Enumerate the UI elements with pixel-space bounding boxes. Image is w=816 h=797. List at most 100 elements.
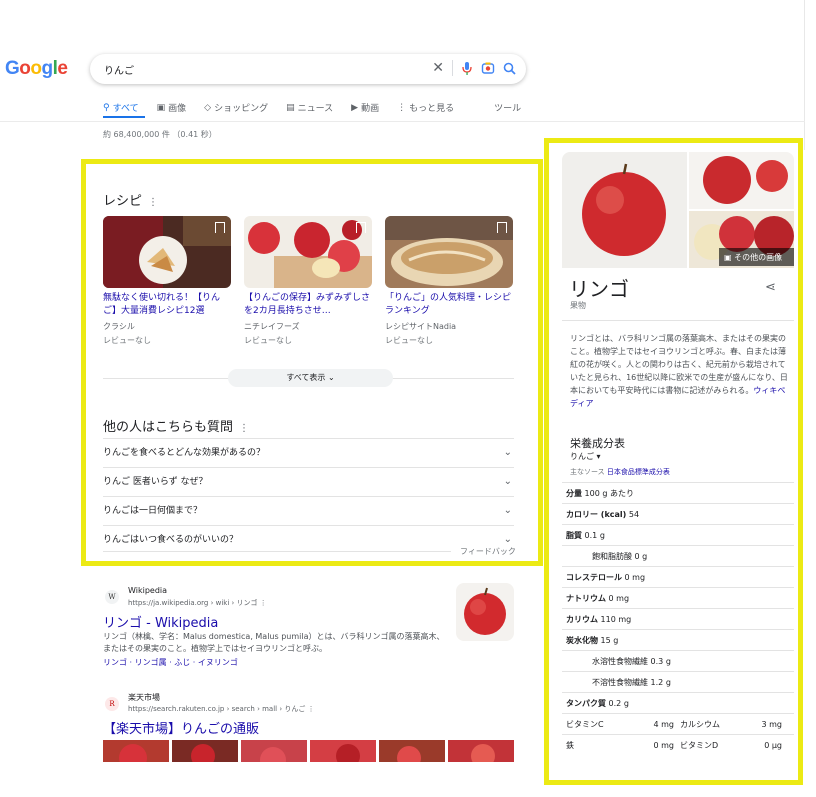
recipe-title[interactable]: 「りんご」の人気料理・レシピランキング [385, 292, 515, 318]
result-snippet: リンゴ（林檎、学名：Malus domestica, Malus pumila）… [103, 632, 445, 653]
nutrition-row: ビタミンC 4 mg カルシウム 3 mg [562, 713, 794, 734]
microphone-icon[interactable] [461, 61, 473, 75]
search-input[interactable]: りんご [104, 62, 134, 77]
google-logo[interactable]: Google [5, 58, 68, 80]
more-options-icon[interactable]: ⋮ [148, 197, 158, 208]
feedback-link[interactable]: フィードバック [460, 546, 516, 557]
wikipedia-favicon: W [105, 590, 119, 604]
tab-videos[interactable]: ▶ 動画 [351, 101, 379, 115]
result-url[interactable]: https://search.rakuten.co.jp › search › … [128, 704, 315, 714]
result-url[interactable]: https://ja.wikipedia.org › wiki › リンゴ ⋮ [128, 598, 267, 608]
chevron-down-icon: ⌄ [503, 476, 512, 487]
recipe-title[interactable]: 無駄なく使い切れる！【りんご】大量消費レシピ12選 [103, 292, 233, 318]
share-icon[interactable]: ⋖ [765, 280, 776, 295]
nutrition-row: カリウム 110 mg [562, 608, 794, 629]
divider [103, 551, 451, 552]
recipe-title[interactable]: 【りんごの保存】みずみずしさを2カ月長持ちさせ… [244, 292, 374, 318]
logo-letter: o [30, 58, 42, 79]
paa-question[interactable]: りんごは一日何個まで？ ⌄ [103, 496, 514, 525]
more-options-icon[interactable]: ⋮ [239, 423, 249, 434]
paa-question[interactable]: りんごを食べるとどんな効果があるの？ ⌄ [103, 438, 514, 467]
nutrition-row: コレステロール 0 mg [562, 566, 794, 587]
tab-shopping[interactable]: ◇ ショッピング [204, 101, 268, 115]
search-tabs: ⚲ すべて ▣ 画像 ◇ ショッピング ▤ ニュース ▶ 動画 ⋮ もっと見る ツール [103, 101, 521, 115]
more-images-link[interactable]: ▣ その他の画像 [724, 252, 782, 263]
section-title: 他の人はこちらも質問 [103, 420, 234, 435]
logo-letter: G [5, 58, 20, 79]
clear-icon[interactable]: ✕ [432, 60, 444, 76]
recipe-card[interactable]: 「りんご」の人気料理・レシピランキング レシピサイトNadia レビューなし [385, 216, 515, 346]
kp-subtitle: 果物 [570, 301, 586, 310]
result-title[interactable]: リンゴ - Wikipedia [103, 612, 218, 631]
bookmark-icon[interactable] [356, 222, 366, 233]
recipe-card[interactable]: 無駄なく使い切れる！【りんご】大量消費レシピ12選 クラシル レビューなし [103, 216, 233, 346]
bookmark-icon[interactable] [215, 222, 225, 233]
nutrition-row: ナトリウム 0 mg [562, 587, 794, 608]
nutrition-row: 脂質 0.1 g [562, 524, 794, 545]
result-sitelinks[interactable]: リンゴ · リンゴ属 · ふじ · イヌリンゴ [103, 657, 238, 668]
tab-news[interactable]: ▤ ニュース [286, 101, 333, 115]
nutrition-row: 分量 100 g あたり [562, 482, 794, 503]
recipe-source: ニチレイフーズ [244, 322, 300, 331]
recipe-image [103, 216, 231, 288]
tab-tools[interactable]: ツール [494, 101, 521, 114]
result-title[interactable]: 【楽天市場】りんごの通販 [103, 718, 259, 737]
tag-icon: ◇ [204, 102, 212, 113]
kp-image-grid[interactable]: ▣ その他の画像 [562, 152, 794, 268]
nutrition-row: 不溶性食物繊維 1.2 g [562, 671, 794, 692]
bookmark-icon[interactable] [497, 222, 507, 233]
section-title: レシピ [103, 194, 143, 209]
active-tab-indicator [103, 116, 145, 118]
divider [452, 60, 453, 76]
recipe-reviews: レビューなし [385, 336, 433, 345]
search-icon: ⚲ [103, 102, 110, 113]
more-options-icon[interactable]: ⋮ [260, 599, 267, 607]
chevron-down-icon: ⌄ [503, 447, 512, 458]
more-options-icon[interactable]: ⋮ [308, 705, 315, 713]
nutrition-row: 炭水化物 15 g [562, 629, 794, 650]
paa-question[interactable]: りんごはいつ食べるのがいいの？ ⌄ [103, 525, 514, 554]
source-link[interactable]: 日本食品標準成分表 [607, 468, 670, 476]
recipe-card[interactable]: 【りんごの保存】みずみずしさを2カ月長持ちさせ… ニチレイフーズ レビューなし [244, 216, 374, 346]
camera-icon[interactable] [481, 61, 495, 75]
chevron-down-icon: ⌄ [327, 373, 335, 382]
more-icon: ⋮ [397, 102, 407, 113]
product-images-strip[interactable] [103, 740, 514, 762]
search-icon[interactable] [503, 62, 516, 75]
kp-description: リンゴとは、バラ科リンゴ属の落葉高木、またはその果実のこと。植物学上ではセイヨウ… [570, 334, 788, 408]
recipe-image [385, 216, 513, 288]
recipe-source: レシピサイトNadia [385, 322, 457, 331]
nutrition-title: 栄養成分表 [570, 437, 625, 450]
chevron-down-icon: ⌄ [503, 505, 512, 516]
recipe-reviews: レビューなし [103, 336, 151, 345]
show-all-button[interactable]: すべて表示 ⌄ [228, 369, 393, 387]
nutrition-row: タンパク質 0.2 g [562, 692, 794, 713]
tab-images[interactable]: ▣ 画像 [156, 101, 187, 115]
nutrition-select[interactable]: りんご ▾ [570, 451, 601, 462]
logo-letter: e [57, 58, 68, 79]
recipe-source: クラシル [103, 322, 135, 331]
result-site-name: Wikipedia [128, 586, 168, 595]
image-icon: ▣ [724, 253, 735, 262]
news-icon: ▤ [286, 102, 295, 113]
nutrition-row: 鉄0 mg ビタミンD 0 µg [562, 734, 794, 755]
recipe-image [244, 216, 372, 288]
divider [804, 0, 805, 150]
image-icon: ▣ [156, 102, 166, 113]
result-thumbnail[interactable] [456, 583, 514, 641]
tab-more[interactable]: ⋮ もっと見る [397, 101, 454, 115]
tab-all[interactable]: ⚲ すべて [103, 101, 139, 115]
rakuten-favicon: R [105, 697, 119, 711]
dropdown-icon: ▾ [596, 452, 601, 461]
nutrition-row: カロリー (kcal) 54 [562, 503, 794, 524]
logo-letter: g [41, 58, 54, 79]
paa-question[interactable]: りんご 医者いらず なぜ？ ⌄ [103, 467, 514, 496]
recipe-reviews: レビューなし [244, 336, 292, 345]
divider [0, 121, 805, 122]
divider [562, 320, 794, 321]
video-icon: ▶ [351, 102, 359, 113]
search-box[interactable]: りんご ✕ [90, 54, 526, 84]
paa-header: 他の人はこちらも質問 ⋮ [103, 416, 249, 435]
kp-title: リンゴ [569, 277, 629, 301]
nutrition-row: 水溶性食物繊維 0.3 g [562, 650, 794, 671]
